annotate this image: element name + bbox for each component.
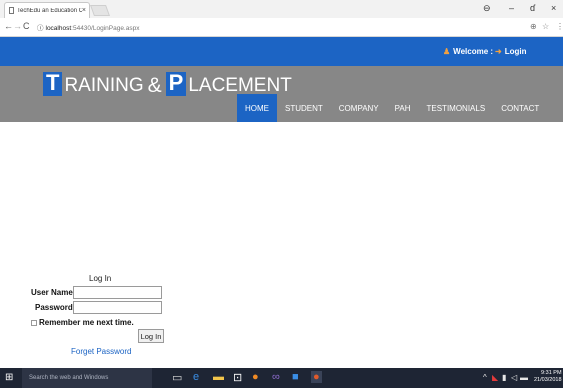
visual-studio-icon[interactable]: ∞ (272, 371, 280, 383)
firefox-icon[interactable]: ● (252, 371, 259, 383)
url-path: :54430/LoginPage.aspx (71, 25, 140, 32)
username-label: User Name: (31, 288, 76, 297)
forget-password-link[interactable]: Forget Password (71, 347, 131, 356)
notification-icon[interactable]: ▬ (520, 373, 528, 382)
chrome-icon[interactable]: ● (311, 371, 322, 383)
logo-word-raining: RAINING (64, 75, 144, 96)
tab-close-icon[interactable]: × (82, 7, 86, 14)
welcome-label: Welcome : (453, 47, 494, 56)
user-icon: ♟ (443, 47, 451, 56)
menu-item-testimonials[interactable]: TESTIMONIALS (419, 94, 494, 122)
minimize-button[interactable]: – (509, 3, 514, 13)
menu-item-contact[interactable]: CONTACT (493, 94, 547, 122)
tab-title: TechEdu an Education C (17, 7, 82, 14)
volume-icon[interactable]: ◁ (511, 373, 517, 382)
screen: TechEdu an Education C × ⊖ – ɗ × ← → C ⓘ… (0, 0, 563, 388)
address-bar: ← → C ⓘ localhost:54430/LoginPage.aspx ⊕ … (0, 18, 563, 37)
logo-ampersand: & (147, 74, 162, 97)
top-login-link[interactable]: ➜ Login (495, 47, 526, 56)
site-logo[interactable]: T RAINING & P LACEMENT (43, 72, 292, 96)
new-tab-button[interactable] (89, 5, 111, 16)
browser-titlebar: TechEdu an Education C × ⊖ – ɗ × (0, 0, 563, 18)
menu-item-home[interactable]: HOME (237, 94, 277, 122)
top-bar: ♟ Welcome : ➜ Login (0, 37, 563, 66)
top-login-label: Login (504, 47, 527, 56)
windows-start-icon[interactable]: ⊞ (5, 372, 13, 383)
back-icon[interactable]: ← (4, 21, 13, 31)
tray-up-icon[interactable]: ^ (483, 373, 487, 382)
windows-taskbar: ⊞ Search the web and Windows ▭ e ▬ ⊡ ● ∞… (0, 368, 563, 388)
logo-word-lacement: LACEMENT (188, 75, 292, 96)
battery-icon[interactable]: ▮ (502, 373, 506, 382)
menu-icon[interactable]: ⋮ (556, 22, 563, 31)
browser-tab[interactable]: TechEdu an Education C × (4, 2, 90, 18)
login-icon: ➜ (495, 47, 502, 56)
username-input[interactable] (73, 286, 162, 299)
app-icon[interactable]: ■ (292, 371, 299, 383)
taskbar-clock[interactable]: 9:31 PM 21/03/2018 (534, 370, 562, 384)
logo-letter-t: T (43, 72, 63, 96)
info-icon: ⓘ (37, 25, 44, 32)
zoom-icon[interactable]: ⊕ (530, 22, 537, 31)
store-icon[interactable]: ⊡ (233, 371, 242, 384)
url-host: localhost (45, 25, 72, 32)
site-header: T RAINING & P LACEMENT HOME STUDENT COMP… (0, 66, 563, 122)
menu-item-company[interactable]: COMPANY (331, 94, 387, 122)
clock-date: 21/03/2018 (534, 377, 562, 383)
task-view-icon[interactable]: ▭ (172, 371, 182, 384)
login-title: Log In (89, 274, 112, 283)
file-explorer-icon[interactable]: ▬ (213, 371, 224, 383)
logo-letter-p: P (165, 72, 187, 96)
maximize-button[interactable]: ɗ (530, 3, 535, 13)
page-icon (9, 7, 14, 14)
clock-time: 9:31 PM (541, 370, 562, 376)
close-window-button[interactable]: × (551, 3, 556, 13)
remember-checkbox[interactable] (31, 319, 37, 326)
star-icon[interactable]: ☆ (542, 22, 549, 31)
login-button[interactable]: Log In (138, 329, 164, 343)
remember-me[interactable]: Remember me next time. (31, 318, 134, 327)
welcome-text: ♟ Welcome : (443, 47, 493, 56)
forward-icon[interactable]: → (13, 21, 22, 31)
edge-icon[interactable]: e (193, 371, 199, 383)
menu-item-student[interactable]: STUDENT (277, 94, 331, 122)
reload-icon[interactable]: C (23, 21, 30, 31)
menu-item-pah[interactable]: PAH (387, 94, 419, 122)
account-icon[interactable]: ⊖ (483, 3, 491, 14)
main-menu: HOME STUDENT COMPANY PAH TESTIMONIALS CO… (237, 94, 547, 122)
password-input[interactable] (73, 301, 162, 314)
url-field[interactable]: ⓘ localhost:54430/LoginPage.aspx (37, 22, 139, 32)
network-icon[interactable]: ◣ (492, 373, 498, 382)
remember-label: Remember me next time. (39, 318, 134, 327)
password-label: Password: (35, 303, 76, 312)
taskbar-search[interactable]: Search the web and Windows (22, 368, 152, 388)
